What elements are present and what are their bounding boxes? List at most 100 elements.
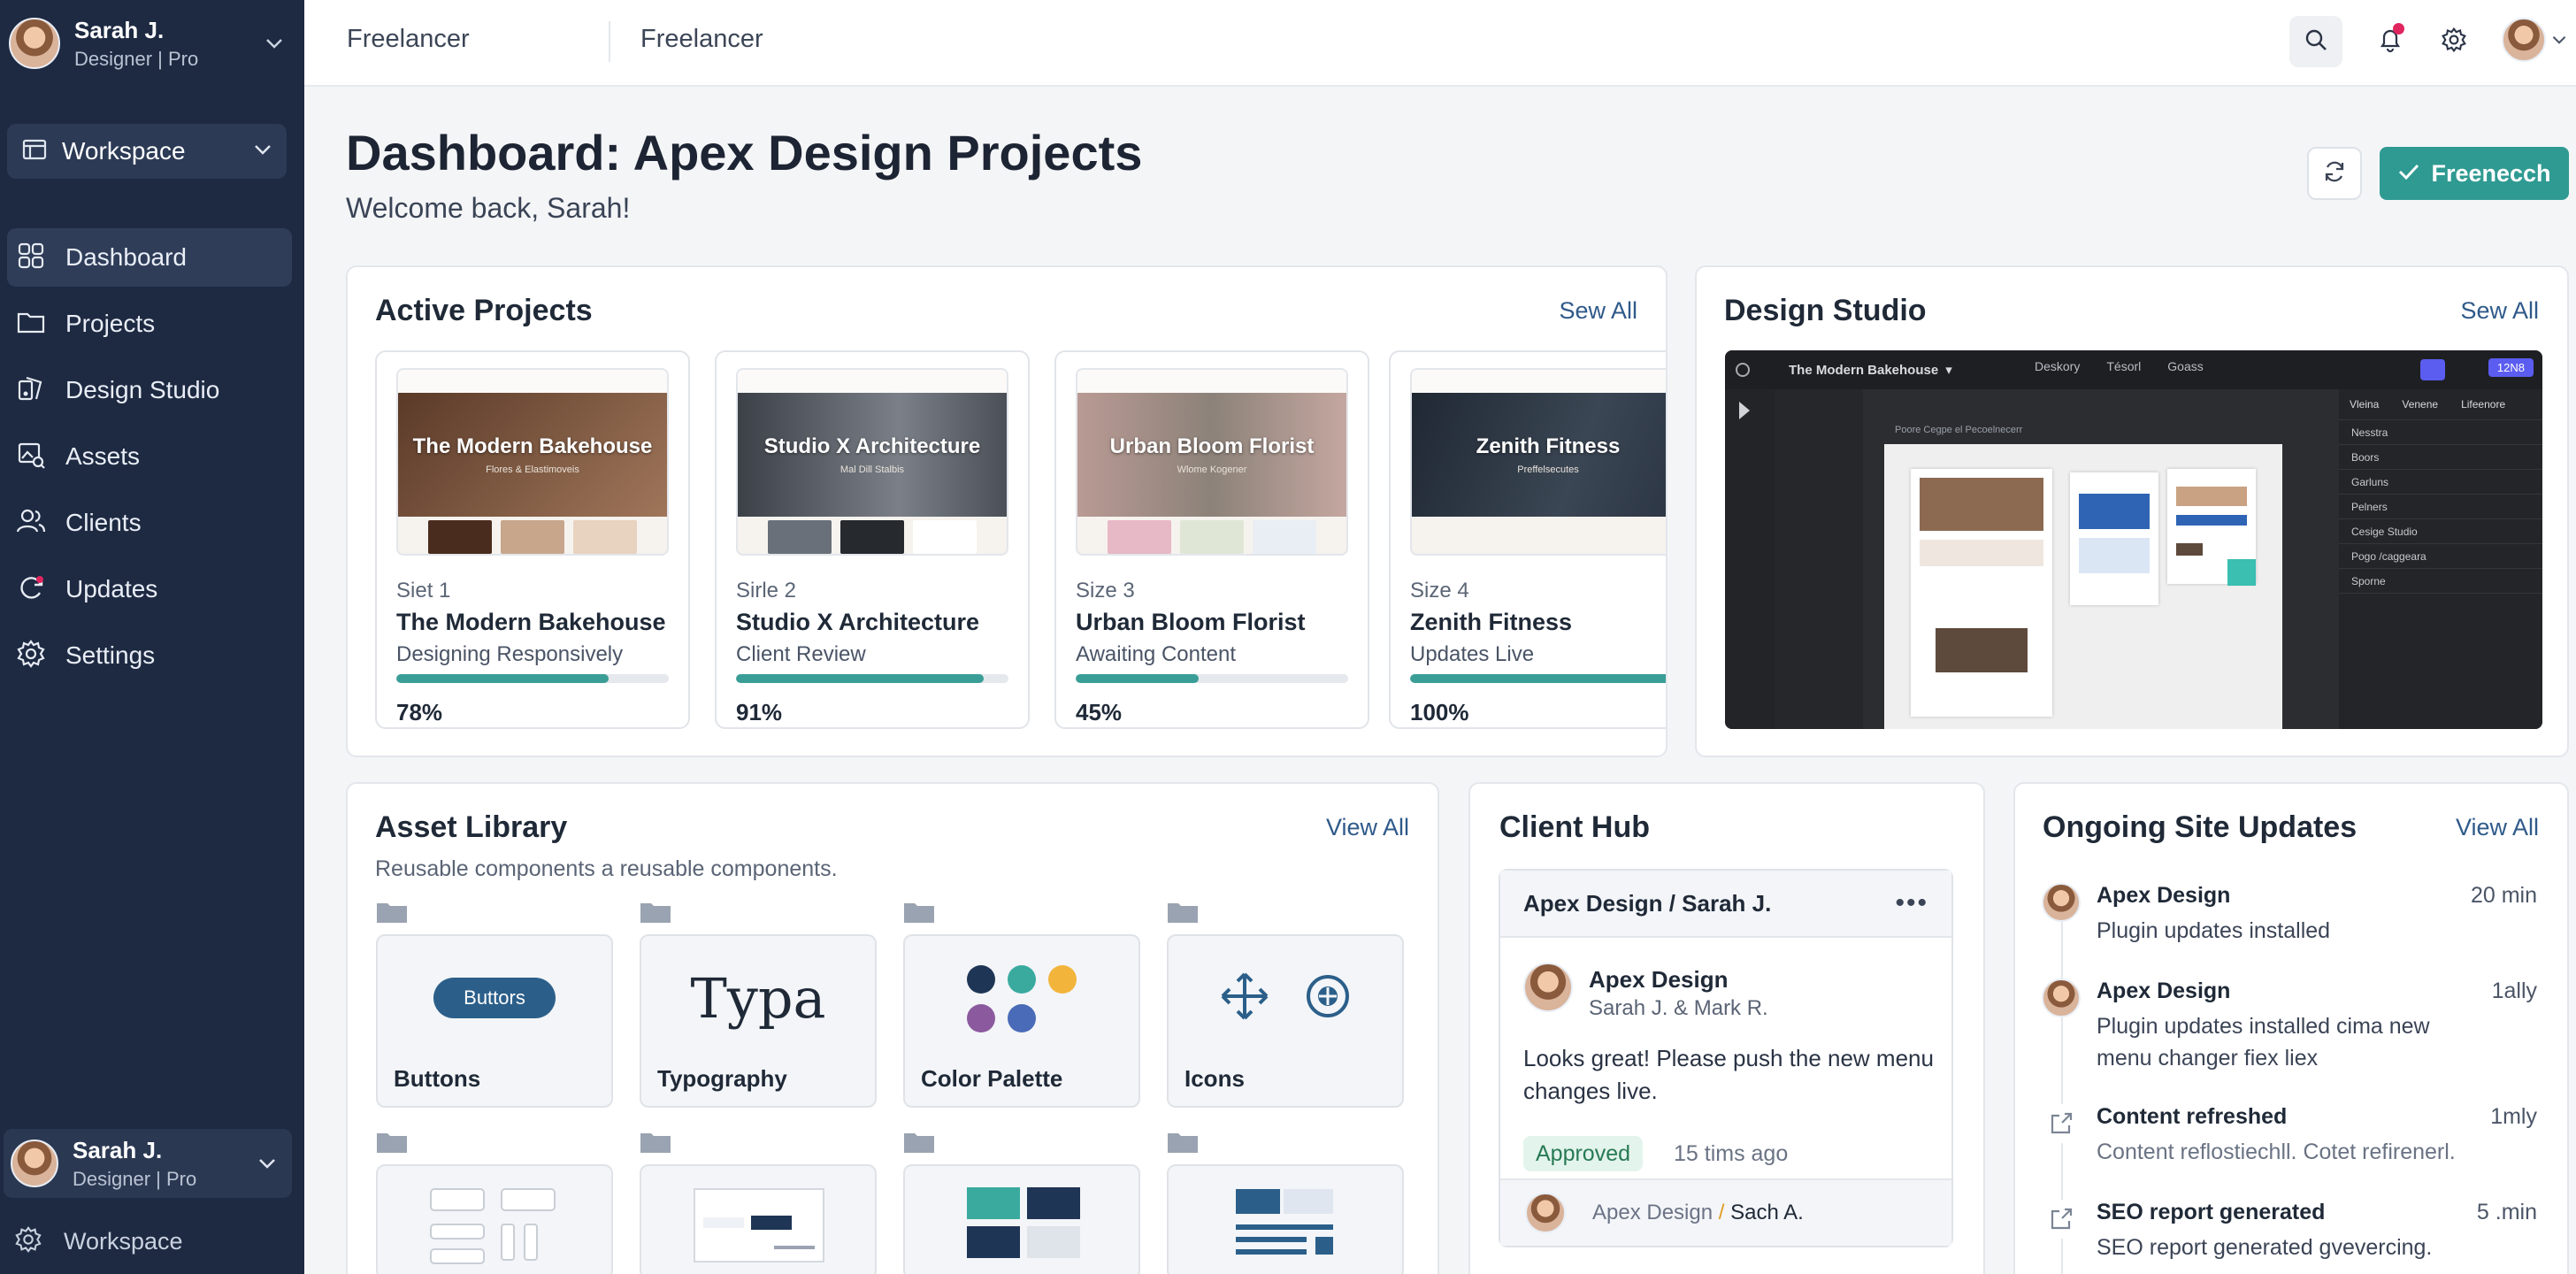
play-icon[interactable] [1739,402,1757,419]
thumbnail-title: Urban Bloom Florist [1109,434,1315,458]
project-status: Awaiting Content [1076,642,1237,666]
update-item[interactable]: Content refreshed Content reflostiechll.… [2042,1104,2537,1164]
chevron-down-icon[interactable] [2551,34,2567,50]
project-card[interactable]: Studio X Architecture Mal Dill Stalbis S… [715,350,1030,729]
page-subtitle: Welcome back, Sarah! [346,192,631,224]
panel-row[interactable]: Pogo /caggeara [2339,544,2542,569]
sidebar-item-label: Settings [65,641,156,669]
primary-action-button[interactable]: Freenecch [2380,147,2569,200]
sidebar-item-clients[interactable]: Clients [7,494,292,552]
progress-percent: 45% [1076,699,1123,725]
asset-tile-blocks[interactable] [903,1164,1140,1274]
update-time: 1ally [2491,979,2537,1003]
folder-icon [376,1131,408,1154]
sidebar-item-projects[interactable]: Projects [7,295,292,353]
asset-tile-typography[interactable]: Typa Typography [640,934,877,1108]
user-name: Sarah J. [73,1136,163,1163]
footer-from: Apex Design [1592,1201,1714,1224]
sidebar: Sarah J. Designer | Pro Workspace Dashbo… [0,0,304,1274]
project-card[interactable]: Zenith Fitness Preffelsecutes Size 4 Zen… [1389,350,1666,729]
project-thumbnail: Studio X Architecture Mal Dill Stalbis [736,368,1008,556]
user-profile-menu[interactable]: Sarah J. Designer | Pro [9,12,292,74]
panel-row[interactable]: Sporne [2339,569,2542,594]
project-thumbnail: Urban Bloom Florist Wlome Kogener [1076,368,1348,556]
search-button[interactable] [2289,16,2342,67]
sidebar-nav: Dashboard Projects Design Studio Assets … [7,228,292,693]
sender-avatar [1523,963,1573,1012]
workspace-select[interactable]: Workspace [7,124,287,179]
client-thread: Apex Design / Sarah J. ••• Apex Design S… [1499,869,1953,1247]
sidebar-item-assets[interactable]: Assets [7,427,292,486]
project-card[interactable]: Urban Bloom Florist Wlome Kogener Size 3… [1054,350,1369,729]
update-title: Apex Design [2097,979,2231,1003]
sidebar-item-design-studio[interactable]: Design Studio [7,361,292,419]
asset-tile-layouts[interactable] [376,1164,613,1274]
see-all-link[interactable]: Sew All [1559,297,1637,325]
progress-bar [1076,674,1348,683]
update-item[interactable]: Apex Design Plugin updates installed 20 … [2042,883,2537,943]
external-link-icon [2042,1104,2081,1143]
chevron-down-icon[interactable] [257,26,292,61]
view-all-link[interactable]: View All [2456,814,2539,841]
studio-tab[interactable]: Goass [2167,359,2203,373]
profile-avatar-button[interactable] [2502,18,2546,62]
project-card[interactable]: The Modern Bakehouse Flores & Elastimove… [375,350,690,729]
project-size: Size 3 [1076,579,1135,602]
workspace-settings-link[interactable]: Workspace [14,1221,183,1262]
save-icon[interactable] [2420,359,2445,380]
panel-row[interactable]: Boors [2339,445,2542,470]
folder-icon [640,1131,671,1154]
update-title: SEO report generated [2097,1200,2326,1224]
studio-tab[interactable]: Tésorl [2106,359,2141,373]
folder-icon [640,901,671,924]
refresh-button[interactable] [2307,147,2362,200]
card-title: Client Hub [1499,810,1650,844]
panel-row[interactable]: Garluns [2339,470,2542,495]
chevron-down-icon [249,1146,285,1181]
top-bar: Freelancer Freelancer [304,0,2576,87]
breadcrumb-item[interactable]: Freelancer [347,25,470,54]
studio-canvas[interactable]: Poore Cegpe el Pecoelnecerr [1884,425,2282,729]
sidebar-item-label: Clients [65,509,142,536]
design-studio-preview[interactable]: The Modern Bakehouse ▾ Deskory Tésorl Go… [1725,350,2542,729]
panel-row[interactable]: Nesstra [2339,420,2542,445]
more-options-icon[interactable]: ••• [1895,888,1928,918]
settings-button[interactable] [2427,16,2480,67]
see-all-link[interactable]: Sew All [2460,297,2539,325]
sidebar-item-settings[interactable]: Settings [7,626,292,685]
user-account-switcher[interactable]: Sarah J. Designer | Pro [4,1129,292,1198]
studio-badge: 12N8 [2488,358,2534,377]
update-item[interactable]: SEO report generated SEO report generate… [2042,1200,2537,1260]
chevron-down-icon: ▾ [1945,363,1952,378]
studio-tool-rail [1725,389,1775,729]
sidebar-item-dashboard[interactable]: Dashboard [7,228,292,287]
update-item[interactable]: Apex Design Plugin updates installed cim… [2042,979,2537,1071]
update-time: 1mly [2490,1104,2537,1129]
thread-footer[interactable]: Apex Design / Sach A. [1500,1178,1951,1246]
panel-tab[interactable]: Lifeenore [2461,398,2505,411]
asset-tile-forms[interactable] [640,1164,877,1274]
update-time: 5 .min [2476,1200,2537,1224]
footer-to: Sach A. [1730,1201,1804,1224]
update-avatar [2042,979,2081,1017]
asset-tile-color-palette[interactable]: Color Palette [903,934,1140,1108]
project-name: Zenith Fitness [1410,609,1573,635]
message-text: Looks great! Please push the new menu ch… [1523,1045,1934,1104]
thread-header: Apex Design / Sarah J. ••• [1500,871,1951,938]
notifications-button[interactable] [2364,16,2417,67]
breadcrumb-item[interactable]: Freelancer [640,25,763,54]
asset-tile-buttons[interactable]: Buttors Buttons [376,934,613,1108]
panel-row[interactable]: Pelners [2339,495,2542,519]
asset-name: Typography [657,1065,787,1092]
card-title: Active Projects [375,294,593,327]
panel-tab[interactable]: Venene [2402,398,2438,411]
panel-tab[interactable]: Vleina [2350,398,2379,411]
asset-tile-icons[interactable]: Icons [1167,934,1404,1108]
panel-row[interactable]: Cesige Studio [2339,519,2542,544]
studio-tab[interactable]: Deskory [2035,359,2080,373]
grid-icon [16,241,46,275]
project-status: Client Review [736,642,866,666]
asset-tile-components[interactable] [1167,1164,1404,1274]
view-all-link[interactable]: View All [1326,814,1409,841]
sidebar-item-updates[interactable]: Updates [7,560,292,618]
